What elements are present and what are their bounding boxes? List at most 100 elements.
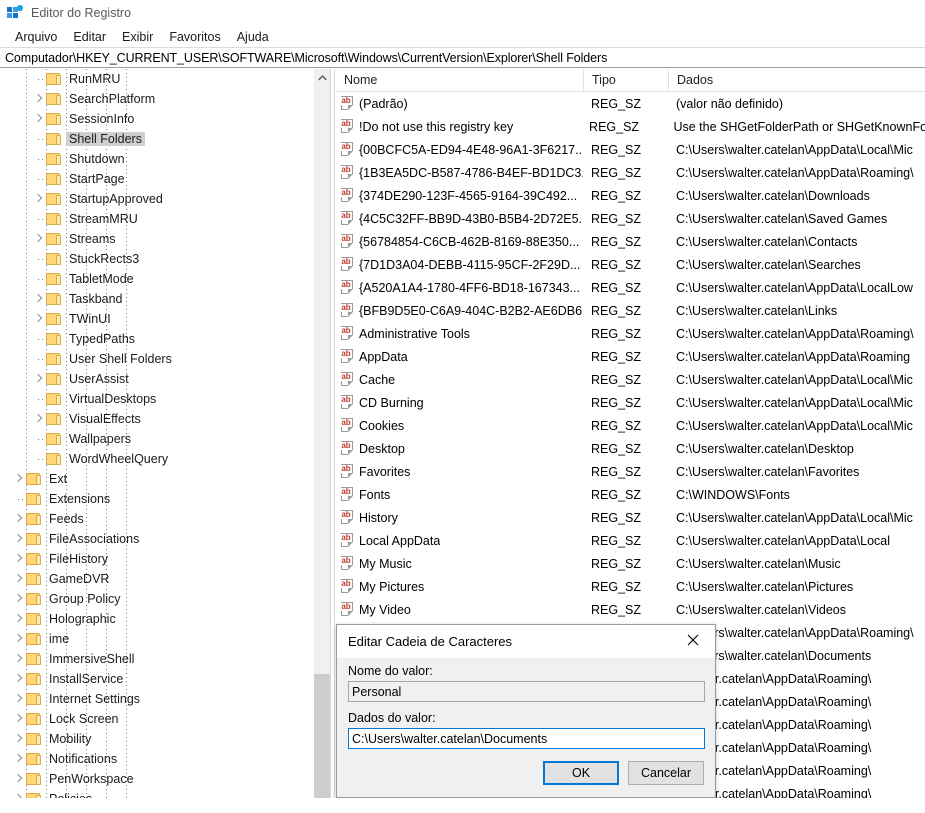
table-row[interactable]: ab Favorites REG_SZ C:\Users\walter.catelan… [336, 460, 925, 483]
tree-item-startupapproved[interactable]: StartupApproved [0, 189, 313, 209]
tree-item-stuckrects3[interactable]: StuckRects3 [0, 249, 313, 269]
table-row[interactable]: ab Administrative Tools REG_SZ C:\Users\wal… [336, 322, 925, 345]
tree-item-extensions[interactable]: Extensions [0, 489, 313, 509]
tree-item-lock-screen[interactable]: Lock Screen [0, 709, 313, 729]
tree-item-sessioninfo[interactable]: SessionInfo [0, 109, 313, 129]
chevron-right-icon[interactable] [10, 649, 26, 669]
tree-item-runmru[interactable]: RunMRU [0, 69, 313, 89]
chevron-right-icon[interactable] [30, 89, 46, 109]
chevron-right-icon[interactable] [30, 409, 46, 429]
table-row[interactable]: ab My Pictures REG_SZ C:\Users\walter.catel… [336, 575, 925, 598]
table-row[interactable]: ab {A520A1A4-1780-4FF6-BD18-167343... REG_… [336, 276, 925, 299]
table-row[interactable]: ab My Video REG_SZ C:\Users\walter.catelan\… [336, 598, 925, 621]
pane-splitter[interactable] [330, 69, 335, 813]
chevron-right-icon[interactable] [10, 749, 26, 769]
chevron-right-icon[interactable] [10, 729, 26, 749]
cancel-button[interactable]: Cancelar [628, 761, 704, 785]
menu-ajuda[interactable]: Ajuda [229, 28, 277, 46]
tree-item-ext[interactable]: Ext [0, 469, 313, 489]
table-row[interactable]: ab {56784854-C6CB-462B-8169-88E350... REG_… [336, 230, 925, 253]
tree-item-virtualdesktops[interactable]: VirtualDesktops [0, 389, 313, 409]
chevron-right-icon[interactable] [30, 109, 46, 129]
chevron-right-icon[interactable] [30, 369, 46, 389]
chevron-right-icon[interactable] [10, 609, 26, 629]
address-bar[interactable]: Computador\HKEY_CURRENT_USER\SOFTWARE\Mi… [0, 47, 925, 68]
table-row[interactable]: ab CD Burning REG_SZ C:\Users\walter.catela… [336, 391, 925, 414]
value-name-input[interactable] [348, 681, 705, 702]
chevron-right-icon[interactable] [30, 189, 46, 209]
tree-scrollbar-thumb[interactable] [314, 674, 331, 813]
tree-item-holographic[interactable]: Holographic [0, 609, 313, 629]
table-row[interactable]: ab Fonts REG_SZ C:\WINDOWS\Fonts [336, 483, 925, 506]
column-header-nome[interactable]: Nome [336, 69, 583, 92]
chevron-right-icon[interactable] [10, 549, 26, 569]
tree-item-mobility[interactable]: Mobility [0, 729, 313, 749]
table-row[interactable]: ab {1B3EA5DC-B587-4786-B4EF-BD1DC3... REG_… [336, 161, 925, 184]
table-row[interactable]: ab {00BCFC5A-ED94-4E48-96A1-3F6217... REG_… [336, 138, 925, 161]
table-row[interactable]: ab AppData REG_SZ C:\Users\walter.catelan\A… [336, 345, 925, 368]
tree-item-userassist[interactable]: UserAssist [0, 369, 313, 389]
tree-item-searchplatform[interactable]: SearchPlatform [0, 89, 313, 109]
tree-item-ime[interactable]: ime [0, 629, 313, 649]
table-row[interactable]: ab My Music REG_SZ C:\Users\walter.catelan\… [336, 552, 925, 575]
menu-favoritos[interactable]: Favoritos [161, 28, 228, 46]
menu-arquivo[interactable]: Arquivo [7, 28, 65, 46]
chevron-right-icon[interactable] [10, 509, 26, 529]
table-row[interactable]: ab Desktop REG_SZ C:\Users\walter.catelan\D… [336, 437, 925, 460]
chevron-right-icon[interactable] [10, 629, 26, 649]
tree-item-taskband[interactable]: Taskband [0, 289, 313, 309]
table-row[interactable]: ab !Do not use this registry key REG_SZ Use… [336, 115, 925, 138]
tree-item-wallpapers[interactable]: Wallpapers [0, 429, 313, 449]
tree-item-streammru[interactable]: StreamMRU [0, 209, 313, 229]
table-row[interactable]: ab {7D1D3A04-DEBB-4115-95CF-2F29D... REG_S… [336, 253, 925, 276]
chevron-right-icon[interactable] [10, 469, 26, 489]
ok-button[interactable]: OK [543, 761, 619, 785]
value-data-input[interactable] [348, 728, 705, 749]
tree-item-group-policy[interactable]: Group Policy [0, 589, 313, 609]
tree-item-twinui[interactable]: TWinUI [0, 309, 313, 329]
tree-item-internet-settings[interactable]: Internet Settings [0, 689, 313, 709]
chevron-right-icon[interactable] [10, 529, 26, 549]
chevron-right-icon[interactable] [10, 769, 26, 789]
tree-item-notifications[interactable]: Notifications [0, 749, 313, 769]
tree-item-startpage[interactable]: StartPage [0, 169, 313, 189]
registry-tree[interactable]: RunMRU SearchPlatform SessionInfo Shell Fol… [0, 69, 313, 813]
chevron-right-icon[interactable] [10, 589, 26, 609]
table-row[interactable]: ab History REG_SZ C:\Users\walter.catelan\A… [336, 506, 925, 529]
close-icon[interactable] [671, 625, 715, 655]
menu-editar[interactable]: Editar [65, 28, 114, 46]
menu-exibir[interactable]: Exibir [114, 28, 161, 46]
tree-item-penworkspace[interactable]: PenWorkspace [0, 769, 313, 789]
table-row[interactable]: ab {4C5C32FF-BB9D-43B0-B5B4-2D72E5... REG_… [336, 207, 925, 230]
tree-item-typedpaths[interactable]: TypedPaths [0, 329, 313, 349]
tree-item-installservice[interactable]: InstallService [0, 669, 313, 689]
chevron-right-icon[interactable] [30, 309, 46, 329]
table-row[interactable]: ab (Padrão) REG_SZ (valor não definido) [336, 92, 925, 115]
tree-item-gamedvr[interactable]: GameDVR [0, 569, 313, 589]
tree-scrollbar[interactable] [313, 69, 331, 813]
tree-item-shell-folders[interactable]: Shell Folders [0, 129, 313, 149]
chevron-right-icon[interactable] [30, 229, 46, 249]
chevron-right-icon[interactable] [10, 689, 26, 709]
column-header-tipo[interactable]: Tipo [583, 69, 668, 92]
tree-item-wordwheelquery[interactable]: WordWheelQuery [0, 449, 313, 469]
column-header-dados[interactable]: Dados [668, 69, 925, 92]
chevron-up-icon[interactable] [314, 69, 331, 86]
chevron-right-icon[interactable] [30, 289, 46, 309]
tree-item-feeds[interactable]: Feeds [0, 509, 313, 529]
tree-item-user-shell-folders[interactable]: User Shell Folders [0, 349, 313, 369]
chevron-right-icon[interactable] [10, 709, 26, 729]
chevron-right-icon[interactable] [10, 569, 26, 589]
table-row[interactable]: ab Local AppData REG_SZ C:\Users\walter.cat… [336, 529, 925, 552]
tree-item-tabletmode[interactable]: TabletMode [0, 269, 313, 289]
chevron-right-icon[interactable] [10, 669, 26, 689]
tree-item-filehistory[interactable]: FileHistory [0, 549, 313, 569]
tree-item-visualeffects[interactable]: VisualEffects [0, 409, 313, 429]
table-row[interactable]: ab {374DE290-123F-4565-9164-39C492... REG_… [336, 184, 925, 207]
tree-item-streams[interactable]: Streams [0, 229, 313, 249]
tree-item-fileassociations[interactable]: FileAssociations [0, 529, 313, 549]
tree-item-shutdown[interactable]: Shutdown [0, 149, 313, 169]
table-row[interactable]: ab Cache REG_SZ C:\Users\walter.catelan\App… [336, 368, 925, 391]
tree-item-immersiveshell[interactable]: ImmersiveShell [0, 649, 313, 669]
table-row[interactable]: ab {BFB9D5E0-C6A9-404C-B2B2-AE6DB6... REG_… [336, 299, 925, 322]
